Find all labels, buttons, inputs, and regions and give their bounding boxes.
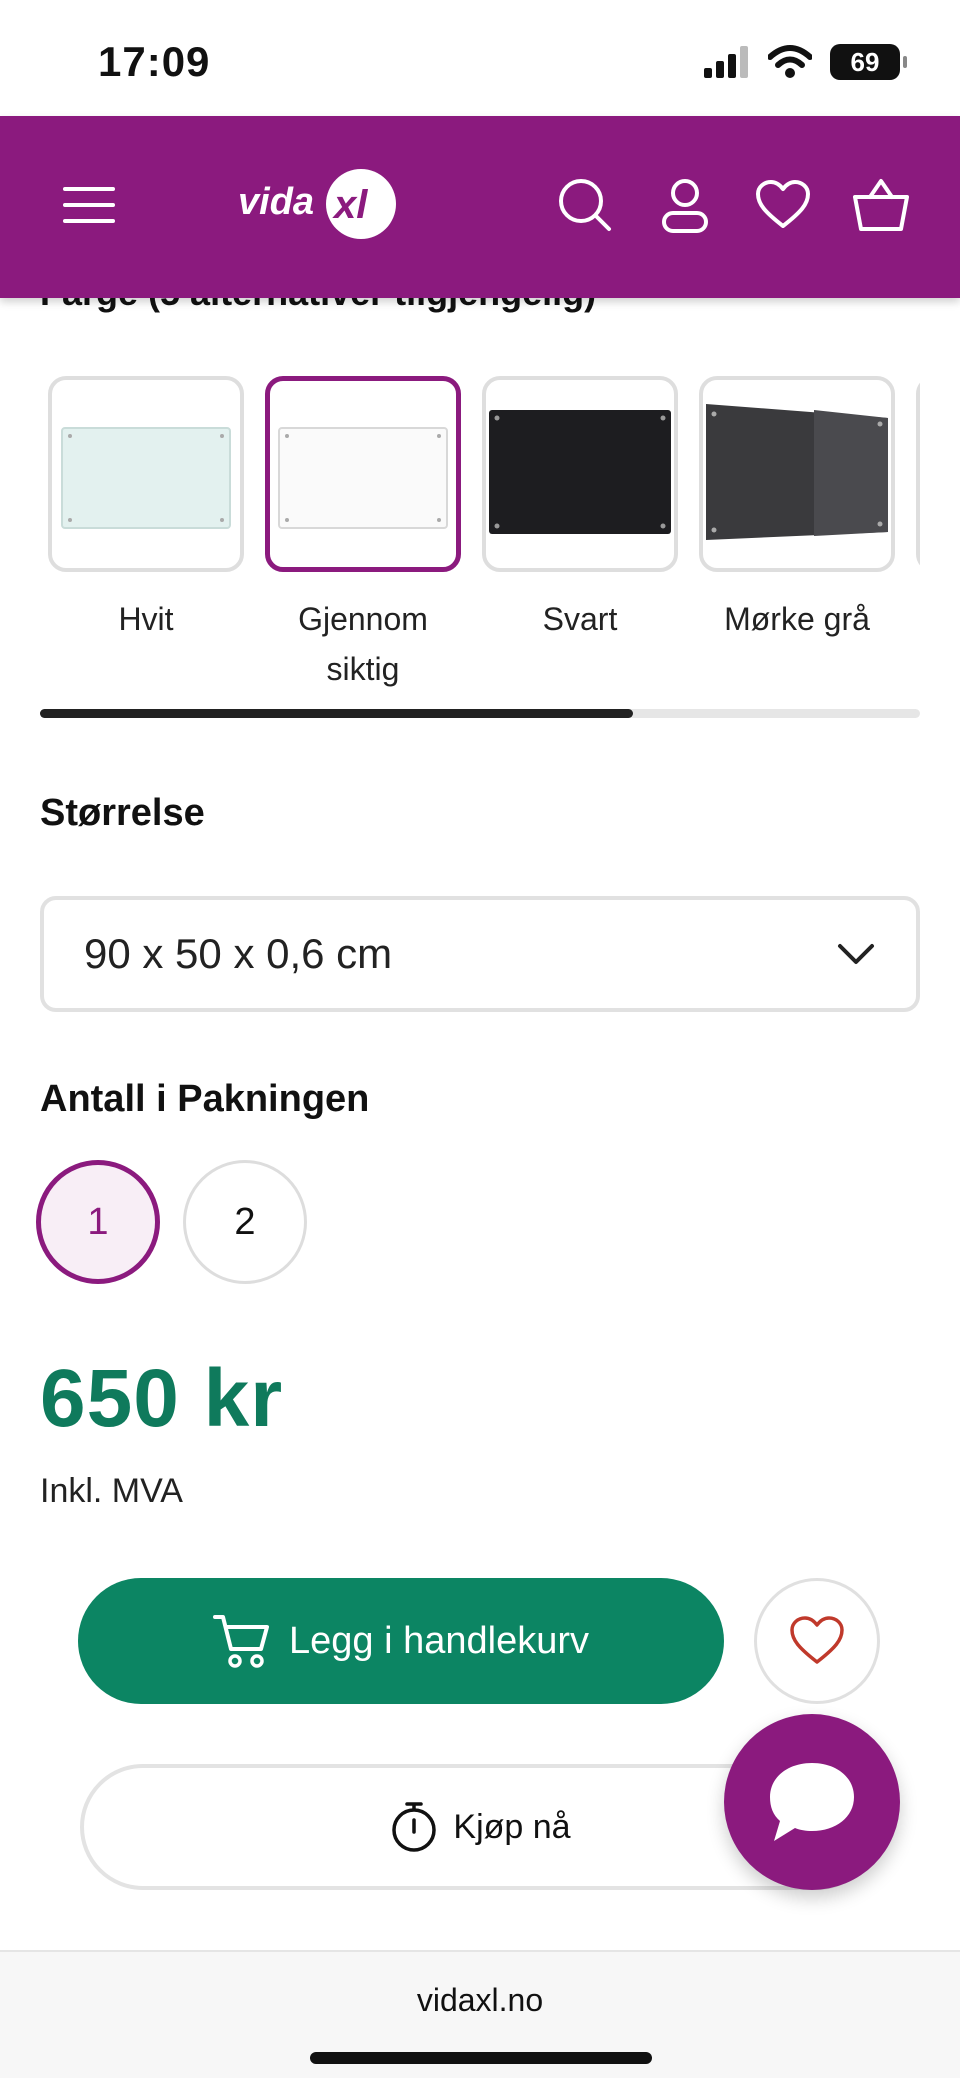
- quantity-option-2[interactable]: 2: [183, 1160, 307, 1284]
- basket-icon[interactable]: [846, 170, 916, 240]
- site-header: vida xl: [0, 116, 960, 298]
- add-to-wishlist-button[interactable]: [754, 1578, 880, 1704]
- swatch-dark-grey[interactable]: Mørke grå: [699, 376, 895, 644]
- quantity-title: Antall i Pakningen: [40, 1078, 370, 1120]
- add-to-cart-button[interactable]: Legg i handlekurv: [78, 1578, 724, 1704]
- cart-icon: [213, 1615, 269, 1668]
- url-text[interactable]: vidaxl.no: [0, 1982, 960, 2019]
- size-value: 90 x 50 x 0,6 cm: [84, 930, 393, 977]
- stopwatch-icon: [392, 1802, 437, 1852]
- status-time: 17:09: [98, 38, 211, 85]
- wishlist-icon[interactable]: [748, 170, 818, 240]
- swatch-image: [482, 376, 678, 572]
- add-to-cart-label: Legg i handlekurv: [289, 1619, 589, 1662]
- heart-icon: [790, 1616, 844, 1664]
- chat-button[interactable]: [724, 1714, 900, 1890]
- vat-note: Inkl. MVA: [40, 1472, 183, 1510]
- swatch-image: [265, 376, 461, 572]
- vidaxl-logo[interactable]: vida xl: [236, 166, 406, 246]
- swatch-label: Hvit: [118, 601, 174, 637]
- price: 650 kr: [40, 1353, 284, 1444]
- svg-text:xl: xl: [332, 183, 368, 227]
- signal-icon: [704, 46, 748, 78]
- swatch-image: [916, 376, 920, 572]
- swatch-label: Svart: [542, 601, 618, 637]
- menu-icon[interactable]: [54, 170, 124, 240]
- status-icons: 69: [704, 44, 907, 80]
- account-icon[interactable]: [650, 170, 720, 240]
- chat-bubble-icon: [770, 1763, 854, 1841]
- swatch-transparent[interactable]: Gjennom siktig: [265, 376, 461, 694]
- swatch-white[interactable]: Hvit: [48, 376, 244, 644]
- quantity-option-1[interactable]: 1: [36, 1160, 160, 1284]
- battery-indicator: 69: [830, 44, 907, 80]
- swatch-image: [699, 376, 895, 572]
- swatch-image: [48, 376, 244, 572]
- chevron-down-icon: [838, 944, 874, 964]
- color-swatch-carousel[interactable]: Hvit Gjennom siktig Svart Mørke grå: [40, 366, 920, 696]
- status-bar: 17:09 69: [0, 0, 960, 116]
- svg-text:vida: vida: [238, 181, 314, 223]
- swatch-partial[interactable]: [916, 376, 920, 572]
- swatch-label: Mørke grå: [724, 601, 870, 637]
- swatch-scrollbar[interactable]: [40, 709, 920, 718]
- swatch-label: Gjennom siktig: [298, 601, 428, 687]
- swatch-black[interactable]: Svart: [482, 376, 678, 644]
- wifi-icon: [768, 45, 812, 78]
- swatch-scrollbar-thumb[interactable]: [40, 709, 633, 718]
- size-title: Størrelse: [40, 792, 205, 834]
- size-dropdown[interactable]: 90 x 50 x 0,6 cm: [40, 896, 920, 1012]
- buy-now-label: Kjøp nå: [453, 1807, 571, 1846]
- search-icon[interactable]: [550, 170, 620, 240]
- browser-address-bar[interactable]: vidaxl.no: [0, 1950, 960, 2078]
- home-indicator: [310, 2052, 652, 2064]
